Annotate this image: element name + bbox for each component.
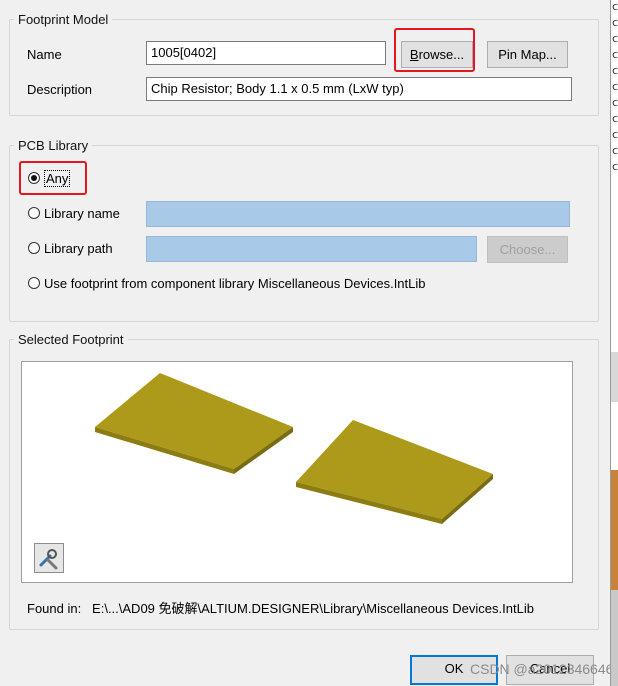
footprint-model-legend: Footprint Model (18, 12, 109, 27)
radio-library-path-label: Library path (44, 240, 113, 256)
edge-char: c (612, 96, 618, 109)
pad-right (296, 420, 493, 524)
ok-button-label: OK (444, 661, 464, 676)
found-in-path: E:\...\AD09 免破解\ALTIUM.DESIGNER\Library\… (92, 601, 534, 616)
edge-char: c (612, 80, 618, 93)
description-input[interactable]: Chip Resistor; Body 1.1 x 0.5 mm (LxW ty… (146, 77, 572, 101)
choose-button-label: Choose... (499, 242, 556, 257)
radio-library-name-indicator (28, 207, 40, 219)
description-label: Description (27, 82, 93, 97)
radio-component-library[interactable]: Use footprint from component library Mis… (28, 274, 426, 292)
footprint-3d-view (95, 373, 493, 524)
pad-left (95, 373, 293, 474)
edge-char: c (612, 128, 618, 141)
browse-highlight-box (394, 28, 475, 72)
library-path-input[interactable] (146, 236, 477, 262)
pcb-library-group: PCB Library (9, 138, 599, 322)
edge-char: c (612, 144, 618, 157)
selected-footprint-legend: Selected Footprint (18, 332, 124, 347)
radio-component-library-indicator (28, 277, 40, 289)
radio-library-path-indicator (28, 242, 40, 254)
found-in-row: Found in: E:\...\AD09 免破解\ALTIUM.DESIGNE… (27, 598, 534, 617)
edge-orange-block (611, 470, 618, 600)
view-settings-button[interactable] (34, 543, 64, 573)
pin-map-button-label: Pin Map... (498, 47, 557, 62)
radio-library-name[interactable]: Library name (28, 204, 120, 222)
radio-component-library-label: Use footprint from component library Mis… (44, 275, 426, 291)
tools-icon (39, 549, 58, 570)
pcb-library-legend: PCB Library (18, 138, 89, 153)
edge-band (611, 352, 618, 402)
choose-button[interactable]: Choose... (487, 236, 568, 263)
footprint-3d-preview[interactable] (21, 361, 573, 583)
edge-char: c (612, 160, 618, 173)
footprint-name-input[interactable]: 1005[0402] (146, 41, 386, 65)
edge-char: c (612, 48, 618, 61)
edge-char: c (612, 112, 618, 125)
edge-char: c (612, 64, 618, 77)
background-window-edge: c c c c c c c c c c c (610, 0, 618, 686)
csdn-watermark: CSDN @a2012346646 (470, 661, 614, 677)
name-label: Name (27, 47, 62, 62)
library-name-input[interactable] (146, 201, 570, 227)
edge-char: c (612, 16, 618, 29)
pin-model-dialog: Footprint Model Name 1005[0402] Browse..… (0, 0, 614, 686)
radio-library-path[interactable]: Library path (28, 239, 113, 257)
radio-library-name-label: Library name (44, 205, 120, 221)
edge-gray-block (611, 590, 618, 686)
found-in-label: Found in: (27, 601, 82, 616)
edge-char: c (612, 0, 618, 13)
pin-map-button[interactable]: Pin Map... (487, 41, 568, 68)
any-highlight-box (19, 161, 87, 195)
edge-char: c (612, 32, 618, 45)
